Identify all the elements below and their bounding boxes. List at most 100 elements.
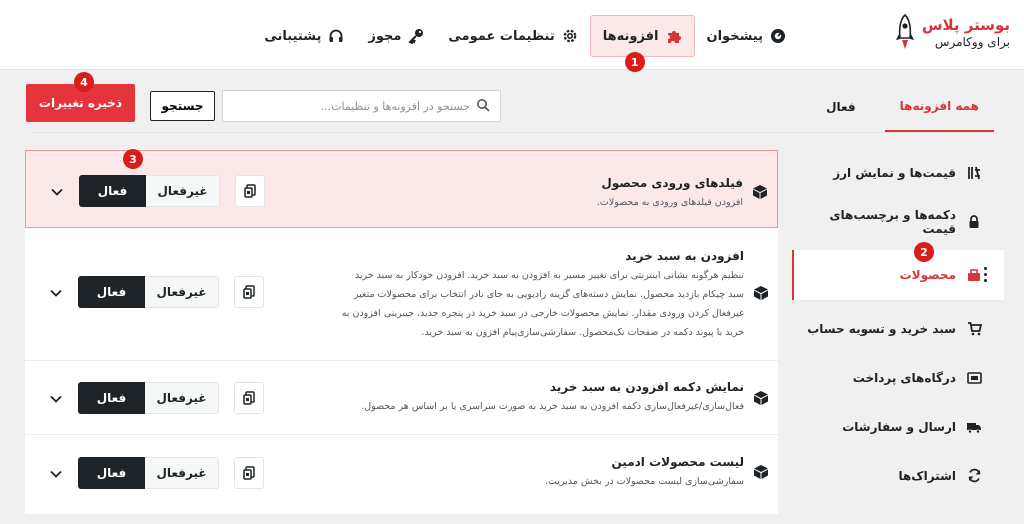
chevron-down-icon[interactable] [49,391,63,405]
module-row: افزودن به سبد خرید تنظیم هرگونه نشانی ای… [25,228,778,361]
search-input[interactable] [233,99,470,113]
sidebar-item-label: درگاه‌های پرداخت [852,370,956,385]
sidebar-item-label: دکمه‌ها و برچسب‌های قیمت [829,207,957,236]
copy-icon [243,285,255,299]
gear-icon [562,28,578,44]
module-row: 3 فیلدهای ورودی محصول افزودن فیلدهای ورو… [25,149,778,228]
category-sidebar: قیمت‌ها و نمایش ارز دکمه‌ها و برچسب‌های … [792,148,1004,500]
cart-icon [966,321,982,337]
module-box-icon [752,284,770,302]
status-toggle: فعال غیرفعال [78,457,219,489]
toggle-on-button[interactable]: فعال [79,175,146,207]
search-box [222,90,501,122]
copy-settings-button[interactable] [234,276,264,308]
nav-general-settings[interactable]: تنظیمات عمومی [436,15,589,57]
module-title: لیست محصولات ادمین [611,455,745,469]
toggle-off-button[interactable]: غیرفعال [145,457,219,489]
currency-icon [966,165,982,181]
toggle-on-button[interactable]: فعال [78,457,145,489]
nav-label: پشتیبانی [264,28,322,44]
payment-icon [966,370,982,386]
puzzle-icon [666,28,682,44]
module-description: افزودن فیلدهای ورودی به محصولات. [596,197,743,208]
description-line: خرید با پیوند دکمه در صفحات تک‌محصول. سف… [421,327,744,338]
product-box-icon [966,267,982,283]
nav-label: مجوز [368,28,402,44]
module-box-icon [752,389,770,407]
chevron-down-icon[interactable] [49,285,63,299]
search-button[interactable]: جستجو [150,91,215,121]
sidebar-item-pricing[interactable]: قیمت‌ها و نمایش ارز [792,148,1004,197]
toggle-on-button[interactable]: فعال [78,382,145,414]
status-toggle: فعال غیرفعال [78,276,219,308]
brand-subtitle: برای ووکامرس [934,34,1010,49]
module-title: افزودن به سبد خرید [625,249,744,263]
sidebar-item-payment-gateways[interactable]: درگاه‌های پرداخت [792,353,1004,402]
more-options-icon[interactable] [984,267,987,282]
sidebar-item-label: محصولات [899,268,956,282]
copy-icon [244,184,256,198]
toggle-off-button[interactable]: غیرفعال [146,175,220,207]
sidebar-item-label: ارسال و سفارشات [842,419,956,434]
sidebar-item-label: سبد خرید و تسویه حساب [807,321,956,336]
chevron-down-icon[interactable] [49,466,63,480]
tab-all-addons[interactable]: همه افزونه‌ها [884,82,994,132]
top-bar: بوستر پلاس برای ووکامرس پیشخوان افزونه‌ه… [0,0,1024,72]
tabs-divider [30,132,996,133]
sidebar-item-subscriptions[interactable]: اشتراک‌ها [792,451,1004,500]
chevron-down-icon[interactable] [50,184,64,198]
sidebar-item-shipping-orders[interactable]: ارسال و سفارشات [792,402,1004,451]
search-icon [476,97,490,116]
toggle-off-button[interactable]: غیرفعال [145,382,219,414]
nav-label: پیشخوان [706,28,764,44]
step-badge: 4 [74,72,94,92]
brand-texts: بوستر پلاس برای ووکامرس [922,16,1010,50]
nav-addons[interactable]: افزونه‌ها 1 [589,15,695,72]
toggle-on-button[interactable]: فعال [78,276,145,308]
module-row: نمایش دکمه افزودن به سبد خرید فعال‌سازی/… [25,361,778,435]
copy-settings-button[interactable] [234,382,264,414]
description-line: غیرفعال کردن ورودی مقدار. نمایش محصولات … [341,308,744,319]
copy-settings-button[interactable] [235,175,265,207]
nav-support[interactable]: پشتیبانی [252,15,356,57]
module-box-icon [751,183,769,201]
description-line: تنظیم هرگونه نشانی اینترنتی برای تغییر م… [354,270,744,281]
filter-tabs: همه افزونه‌ها فعال [811,82,994,132]
dashboard-icon [770,28,786,44]
brand[interactable]: بوستر پلاس برای ووکامرس [894,13,1010,52]
module-description: تنظیم هرگونه نشانی اینترنتی برای تغییر م… [342,266,744,342]
description-line: سبد چیکام بازدید محصول. نمایش دسته‌های گ… [353,289,744,300]
toggle-off-button[interactable]: غیرفعال [145,276,219,308]
module-title: نمایش دکمه افزودن به سبد خرید [549,380,744,394]
module-row: لیست محصولات ادمین سفارشی‌سازی لیست محصو… [25,435,778,515]
module-list: 3 فیلدهای ورودی محصول افزودن فیلدهای ورو… [25,149,778,515]
rocket-logo-icon [894,13,916,52]
copy-settings-button[interactable] [234,457,264,489]
truck-icon [966,419,982,435]
tab-active[interactable]: فعال [811,82,871,132]
copy-icon [243,391,255,405]
sidebar-item-products[interactable]: محصولات 2 [792,242,1004,300]
sidebar-item-label: اشتراک‌ها [898,468,956,483]
brand-title: بوستر پلاس [921,16,1010,35]
status-toggle: فعال غیرفعال [79,175,220,207]
step-badge: 1 [624,52,645,72]
module-description: سفارشی‌سازی لیست محصولات در بخش مدیریت. [544,476,744,487]
module-title: فیلدهای ورودی محصول [601,176,743,190]
sidebar-item-label: قیمت‌ها و نمایش ارز [833,165,956,180]
module-box-icon [752,463,770,481]
nav-dashboard[interactable]: پیشخوان [695,15,799,57]
sidebar-item-buttons-labels[interactable]: دکمه‌ها و برچسب‌های قیمت [792,197,1004,246]
step-badge: 3 [123,149,143,169]
headset-icon [328,28,344,44]
copy-icon [243,466,255,480]
lock-icon [966,214,982,230]
sidebar-item-cart-checkout[interactable]: سبد خرید و تسویه حساب [792,304,1004,353]
nav-label: تنظیمات عمومی [448,28,555,44]
main-nav: پیشخوان افزونه‌ها 1 تنظیمات عمومی مجوز [252,15,799,72]
module-description: فعال‌سازی/غیرفعال‌سازی دکمه افزودن به سب… [361,401,744,412]
key-icon [408,28,424,44]
status-toggle: فعال غیرفعال [78,382,219,414]
refresh-icon [966,468,982,484]
nav-license[interactable]: مجوز [356,15,436,57]
